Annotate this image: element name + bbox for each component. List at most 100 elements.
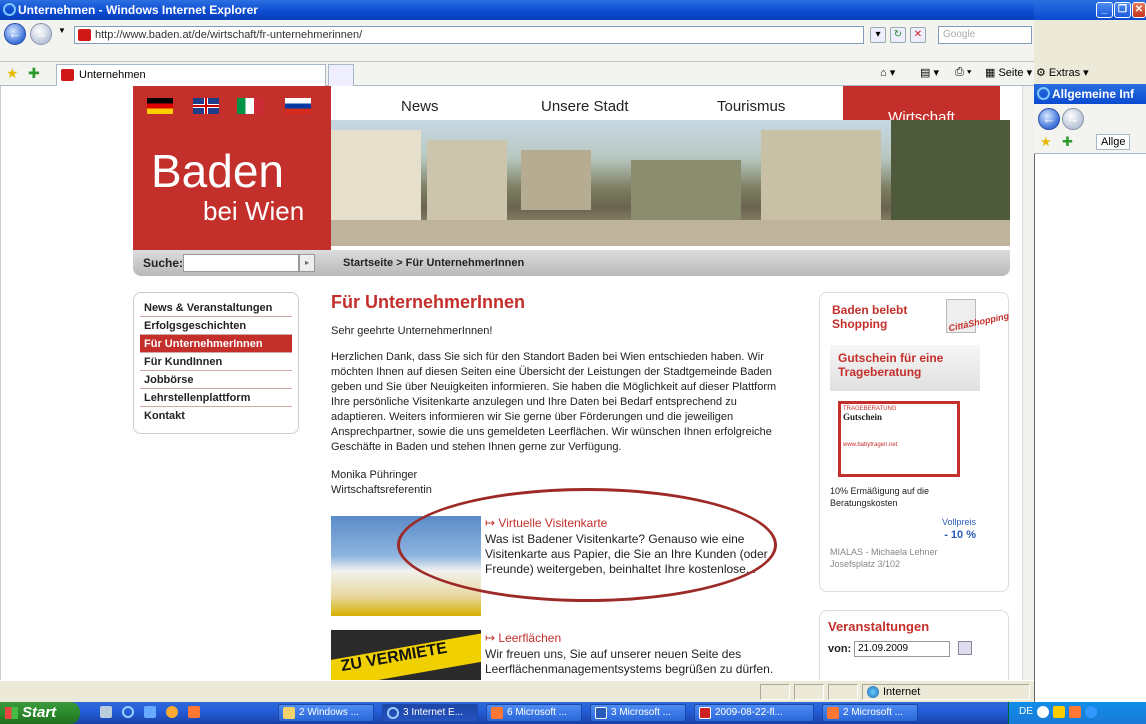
sidenav-lehrstellenplattform[interactable]: Lehrstellenplattform bbox=[140, 389, 292, 407]
voucher-title[interactable]: Gutschein für eine Trageberatung bbox=[830, 345, 980, 391]
breadcrumb[interactable]: Startseite > Für UnternehmerInnen bbox=[343, 257, 524, 269]
extras-menu-label: Extras bbox=[1048, 67, 1081, 79]
page-menu[interactable]: ▦ Seite ▾ bbox=[985, 66, 1032, 79]
search-bar: Suche: ▸ Startseite > Für UnternehmerInn… bbox=[133, 250, 1010, 276]
sidenav-erfolgsgeschichten[interactable]: Erfolgsgeschichten bbox=[140, 317, 292, 335]
logo-bei-wien[interactable]: bei Wien bbox=[203, 196, 304, 227]
print-icon[interactable]: ⎙ ▾ bbox=[955, 66, 971, 79]
tray-arrow-icon[interactable] bbox=[1037, 706, 1049, 718]
promo-title[interactable]: Baden belebt Shopping bbox=[832, 303, 932, 331]
body-text: Herzlichen Dank, dass Sie sich für den S… bbox=[331, 351, 777, 453]
sidenav-fuer-kundinnen[interactable]: Für KundInnen bbox=[140, 353, 292, 371]
logo-baden[interactable]: Baden bbox=[151, 144, 284, 198]
nav-tourismus[interactable]: Tourismus bbox=[717, 98, 785, 115]
history-dropdown-icon[interactable]: ▼ bbox=[58, 26, 66, 35]
media-launch-icon[interactable] bbox=[166, 706, 178, 718]
windows-flag-icon bbox=[5, 707, 18, 719]
calendar-icon[interactable] bbox=[958, 641, 972, 655]
sidenav-kontakt[interactable]: Kontakt bbox=[140, 407, 292, 425]
url-text: http://www.baden.at/de/wirtschaft/fr-unt… bbox=[95, 29, 363, 41]
home-icon[interactable]: ⌂ ▾ bbox=[880, 66, 895, 79]
greeting-text: Sehr geehrte UnternehmerInnen! bbox=[331, 325, 493, 337]
extras-menu[interactable]: ⚙ Extras ▾ bbox=[1036, 66, 1089, 79]
tab-row: ★ ✚ Unternehmen ⌂ ▾ ▤ ▾ ⎙ ▾ ▦ Seite ▾ bbox=[0, 62, 1034, 86]
voucher-image[interactable]: TRAGEBERATUNG Gutschein www.babytragen.n… bbox=[838, 401, 960, 477]
new-tab-button[interactable] bbox=[328, 64, 354, 86]
task-microsoft-2[interactable]: 2 Microsoft ... bbox=[822, 704, 918, 722]
task-microsoft-1[interactable]: 6 Microsoft ... bbox=[486, 704, 582, 722]
feeds-icon[interactable]: ▤ ▾ bbox=[920, 66, 939, 79]
globe-icon bbox=[867, 686, 879, 698]
promo-box: Baden belebt Shopping CittàShopping Guts… bbox=[819, 292, 1010, 592]
back-arrow-icon[interactable]: ← bbox=[4, 23, 26, 45]
task-windows-explorer[interactable]: 2 Windows ... bbox=[278, 704, 374, 722]
search-input[interactable]: Google bbox=[938, 26, 1032, 44]
url-field[interactable]: http://www.baden.at/de/wirtschaft/fr-unt… bbox=[74, 26, 864, 44]
sidenav-news-veranstaltungen[interactable]: News & Veranstaltungen bbox=[140, 299, 292, 317]
refresh-icon[interactable]: ↻ bbox=[890, 27, 906, 43]
site-favicon-icon bbox=[78, 29, 91, 41]
flag-de-icon[interactable] bbox=[147, 98, 173, 114]
tray-app-icon[interactable] bbox=[1053, 706, 1065, 718]
search-go-icon[interactable]: ▸ bbox=[299, 254, 315, 272]
site-favicon-icon bbox=[61, 69, 74, 81]
vertical-scrollbar[interactable] bbox=[1022, 86, 1034, 680]
bluetooth-icon[interactable] bbox=[1085, 706, 1097, 718]
site-search-input[interactable] bbox=[183, 254, 299, 272]
nav-unsere-stadt[interactable]: Unsere Stadt bbox=[541, 98, 629, 115]
show-desktop-icon[interactable] bbox=[100, 706, 112, 718]
teaser2-title[interactable]: ↦ Leerflächen bbox=[485, 631, 561, 645]
forward-arrow-icon[interactable]: → bbox=[30, 23, 52, 45]
flag-it-icon[interactable] bbox=[237, 98, 263, 114]
add-favorites-icon[interactable]: ✚ bbox=[28, 65, 40, 82]
back-arrow-icon[interactable]: ← bbox=[1038, 108, 1060, 130]
office-icon bbox=[827, 707, 839, 719]
events-from-input[interactable]: 21.09.2009 bbox=[854, 641, 950, 657]
page-viewport: Baden bei Wien News Unsere Stadt Tourism… bbox=[0, 86, 1022, 680]
close-button[interactable]: ✕ bbox=[1132, 2, 1146, 18]
events-title: Veranstaltungen bbox=[828, 619, 930, 634]
ie-icon bbox=[387, 707, 399, 719]
task-internet-explorer[interactable]: 3 Internet E... bbox=[382, 704, 478, 722]
sidenav-fuer-unternehmerinnen[interactable]: Für UnternehmerInnen bbox=[140, 335, 292, 353]
office-launch-icon[interactable] bbox=[188, 706, 200, 718]
second-window bbox=[1034, 84, 1146, 702]
ie-launch-icon[interactable] bbox=[122, 706, 134, 718]
favorites-star-icon[interactable]: ★ bbox=[1040, 134, 1052, 150]
search-label: Suche: bbox=[143, 256, 184, 270]
url-dropdown-icon[interactable]: ▾ bbox=[870, 27, 886, 43]
language-indicator[interactable]: DE bbox=[1019, 706, 1033, 717]
side-navigation: News & Veranstaltungen Erfolgsgeschichte… bbox=[133, 292, 299, 434]
favorites-star-icon[interactable]: ★ bbox=[6, 65, 19, 82]
tray-office-icon[interactable] bbox=[1069, 706, 1081, 718]
arrow-right-icon: ↦ bbox=[485, 631, 496, 645]
second-window-tab[interactable]: Allge bbox=[1096, 134, 1131, 150]
teaser2-image[interactable]: ZU VERMIETE bbox=[331, 630, 481, 680]
flag-ru-icon[interactable] bbox=[285, 98, 311, 114]
minimize-button[interactable]: _ bbox=[1096, 2, 1113, 18]
stop-icon[interactable]: ✕ bbox=[910, 27, 926, 43]
forward-arrow-icon[interactable]: → bbox=[1062, 108, 1084, 130]
nav-news[interactable]: News bbox=[401, 98, 439, 115]
highlight-ellipse bbox=[397, 488, 777, 602]
task-label: 3 Internet E... bbox=[403, 707, 464, 718]
second-window-title[interactable]: Allgemeine Inf bbox=[1034, 84, 1146, 104]
second-window-title-text: Allgemeine Inf bbox=[1052, 87, 1135, 101]
start-label: Start bbox=[22, 704, 57, 721]
flag-uk-icon[interactable] bbox=[193, 98, 219, 114]
zone-indicator[interactable]: Internet bbox=[862, 684, 1030, 700]
maximize-button[interactable]: ❐ bbox=[1114, 2, 1131, 18]
task-microsoft-word[interactable]: 3 Microsoft ... bbox=[590, 704, 686, 722]
task-pdf[interactable]: 2009-08-22-fl... bbox=[694, 704, 814, 722]
voucher-card-title: Gutschein bbox=[843, 412, 883, 422]
sidenav-jobboerse[interactable]: Jobbörse bbox=[140, 371, 292, 389]
tab-unternehmen[interactable]: Unternehmen bbox=[56, 64, 326, 86]
ie-logo-icon bbox=[1037, 87, 1050, 100]
pdf-icon bbox=[699, 707, 711, 719]
outlook-launch-icon[interactable] bbox=[144, 706, 156, 718]
second-window-toolbar: ← → ★ ✚ Allge bbox=[1034, 104, 1146, 154]
start-button[interactable]: Start bbox=[0, 702, 80, 724]
window-title: Unternehmen - Windows Internet Explorer bbox=[18, 3, 258, 17]
add-favorites-icon[interactable]: ✚ bbox=[1062, 134, 1073, 150]
teaser2-text: Wir freuen uns, Sie auf unserer neuen Se… bbox=[485, 647, 774, 676]
